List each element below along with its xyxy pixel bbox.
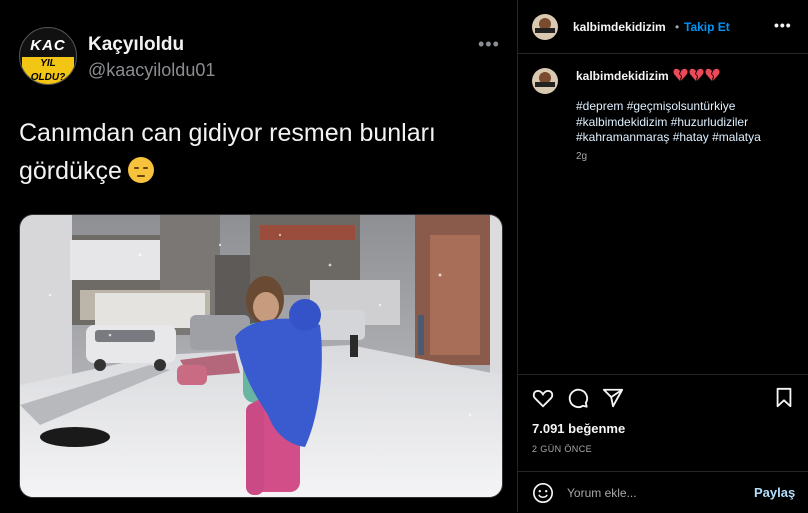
tweet-display-name[interactable]: Kaçyıloldu bbox=[88, 34, 184, 56]
avatar-logo-line2: YIL OLDU? bbox=[22, 57, 74, 84]
avatar[interactable] bbox=[532, 14, 558, 40]
emoji-icon[interactable] bbox=[532, 482, 554, 504]
broken-hearts bbox=[673, 68, 723, 87]
tweet-photo[interactable] bbox=[19, 214, 503, 498]
caption-time: 2g bbox=[576, 151, 588, 162]
snowy-street-photo bbox=[20, 215, 502, 497]
tweet-handle[interactable]: @kaacyiloldu01 bbox=[88, 60, 215, 81]
heart-icon[interactable] bbox=[532, 387, 554, 409]
tweet-text: Canımdan can gidiyor resmen bunları görd… bbox=[19, 114, 499, 190]
tweet-avatar[interactable]: KAC YIL OLDU? bbox=[19, 27, 77, 85]
hashtag-line[interactable]: #deprem #geçmişolsuntürkiye bbox=[576, 99, 801, 115]
avatar-logo-line1: KAC bbox=[30, 37, 66, 54]
posted-time: 2 GÜN ÖNCE bbox=[532, 444, 593, 454]
separator-dot: • bbox=[675, 20, 680, 34]
like-count[interactable]: 7.091 beğenme bbox=[532, 421, 625, 436]
follow-button[interactable]: Takip Et bbox=[684, 20, 730, 34]
comment-input[interactable]: Yorum ekle... bbox=[567, 486, 637, 500]
caption-avatar[interactable] bbox=[532, 68, 558, 94]
pensive-face-emoji-icon bbox=[127, 157, 154, 183]
comment-icon[interactable] bbox=[567, 387, 589, 409]
tweet-text-body: Canımdan can gidiyor resmen bunları görd… bbox=[19, 119, 436, 185]
more-horizontal-icon[interactable]: ••• bbox=[478, 34, 500, 55]
hashtag-line[interactable]: #kalbimdekidizim #huzurludiziler bbox=[576, 115, 801, 131]
caption-hashtags: #deprem #geçmişolsuntürkiye #kalbimdekid… bbox=[576, 99, 801, 146]
more-horizontal-icon[interactable]: ••• bbox=[774, 17, 792, 33]
hashtag-line[interactable]: #kahramanmaraş #hatay #malatya bbox=[576, 130, 801, 146]
caption-username[interactable]: kalbimdekidizim bbox=[576, 69, 669, 83]
bookmark-icon[interactable] bbox=[774, 387, 794, 409]
tweet-card: KAC YIL OLDU? Kaçyıloldu @kaacyiloldu01 … bbox=[0, 0, 517, 512]
post-header: kalbimdekidizim • Takip Et ••• bbox=[518, 0, 808, 54]
post-comment-button[interactable]: Paylaş bbox=[754, 485, 795, 500]
instagram-post-panel: kalbimdekidizim • Takip Et ••• kalbimdek… bbox=[517, 0, 808, 512]
header-username[interactable]: kalbimdekidizim bbox=[573, 20, 666, 34]
broken-heart-icon bbox=[673, 68, 720, 81]
share-icon[interactable] bbox=[602, 387, 624, 409]
